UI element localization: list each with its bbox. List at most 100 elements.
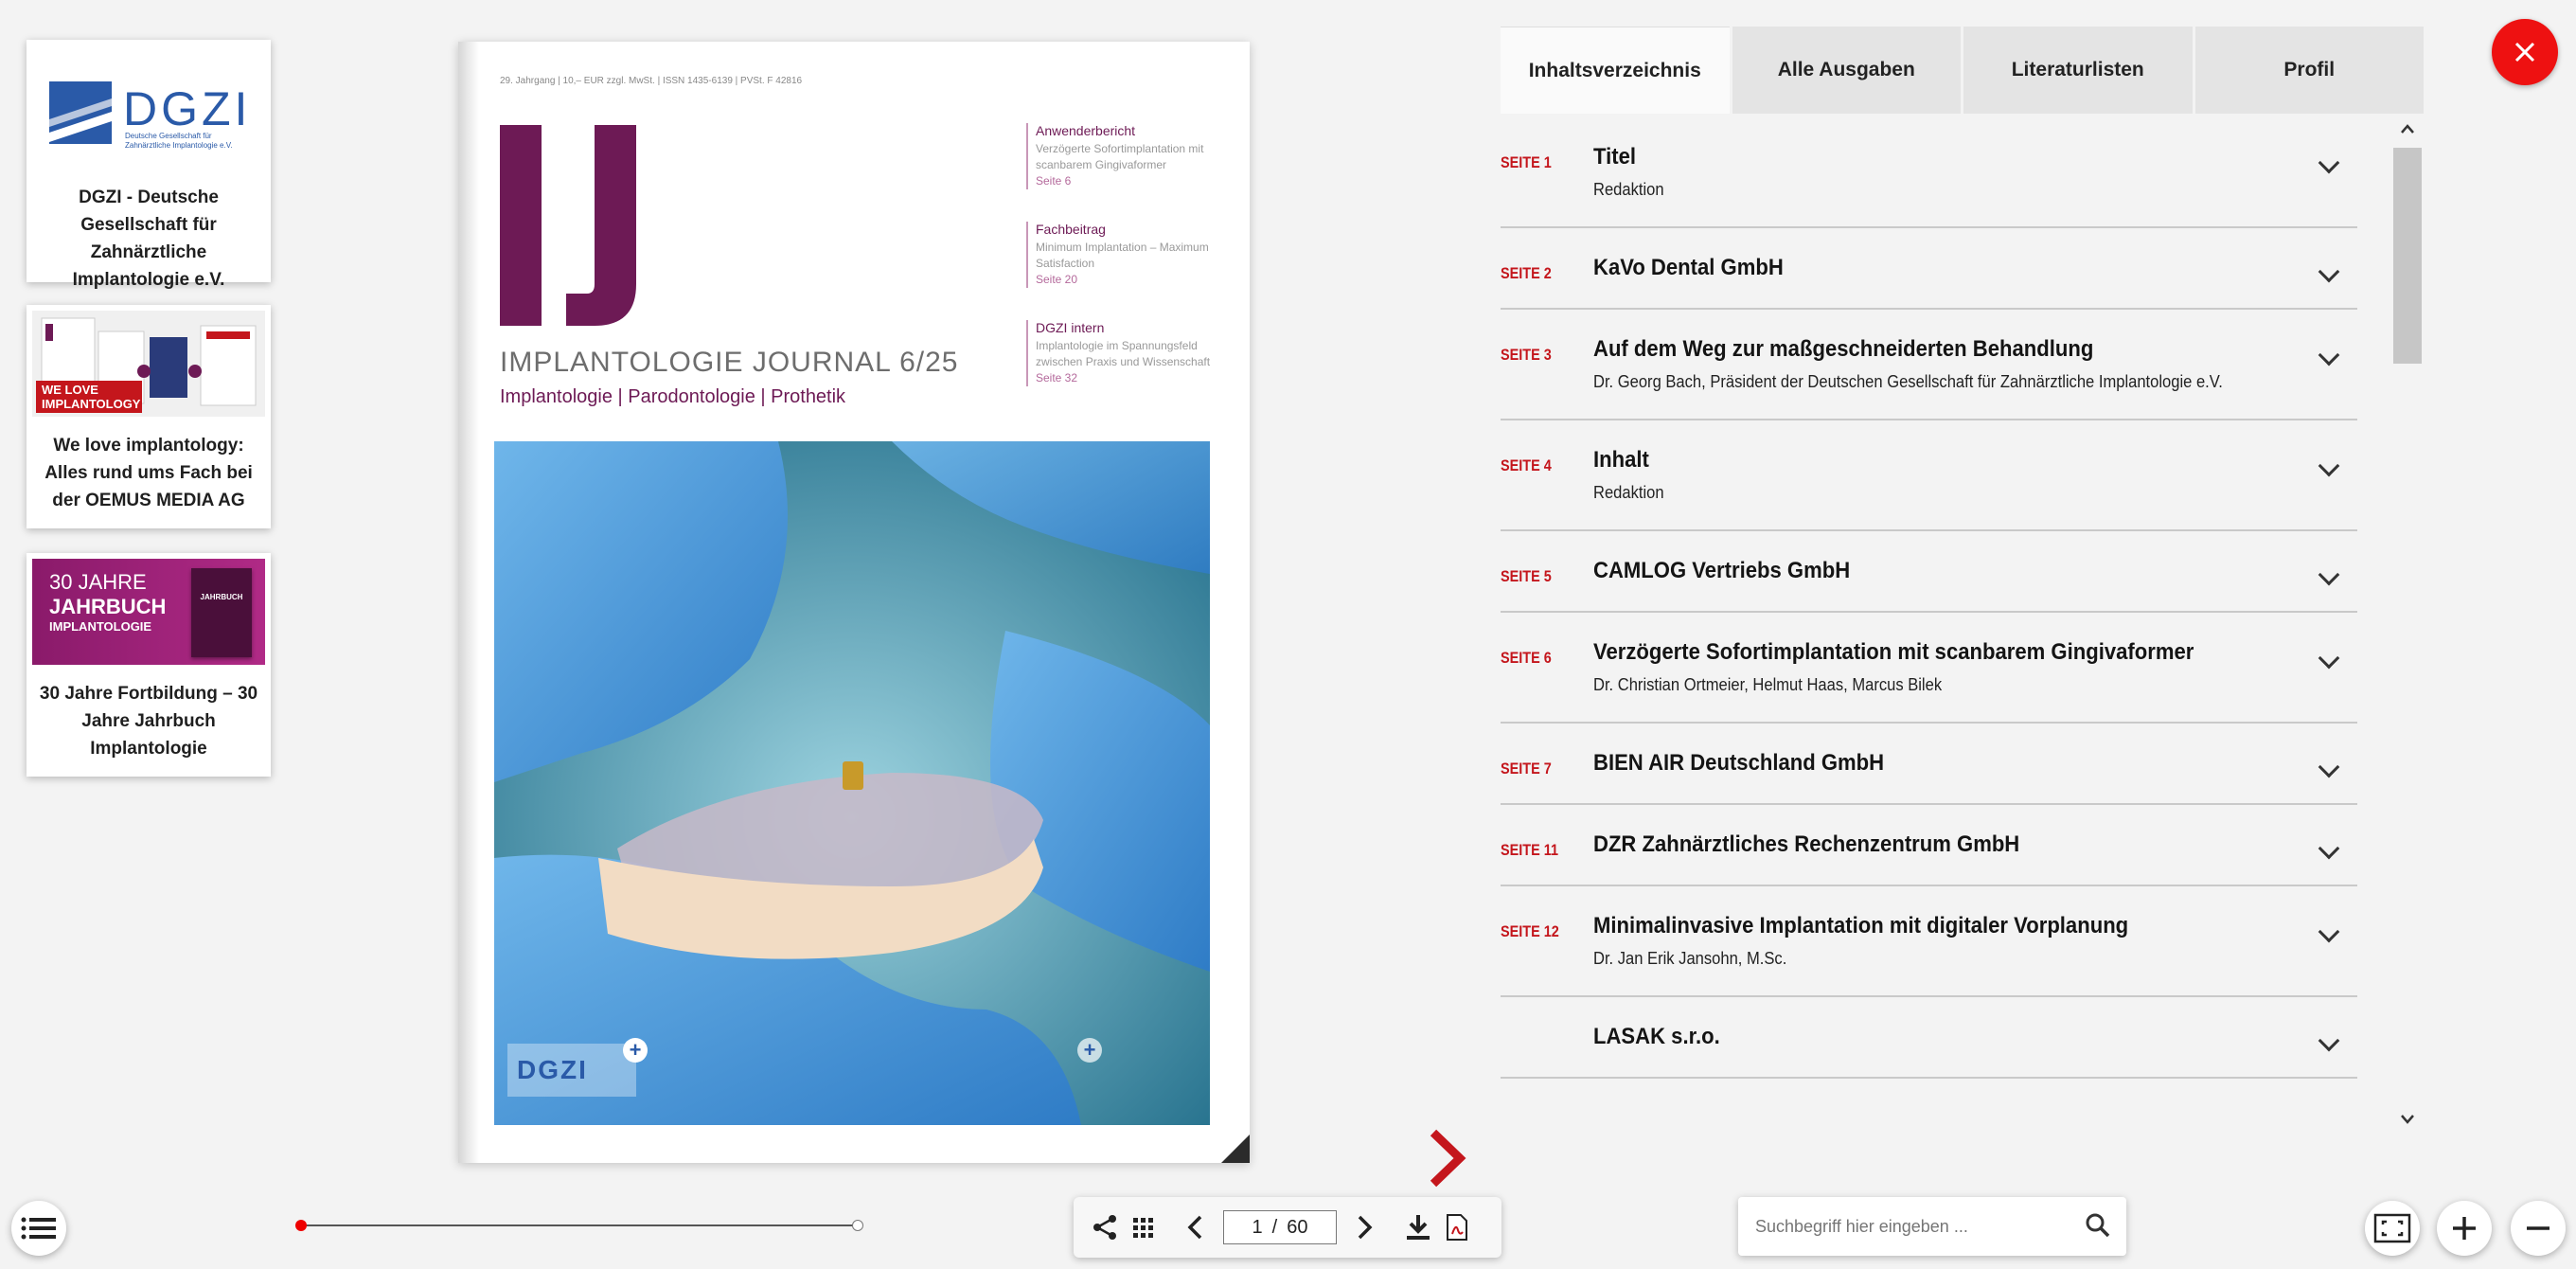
- toc-page: SEITE 6: [1501, 649, 1552, 667]
- chevron-down-icon[interactable]: [2318, 837, 2340, 860]
- plus-icon: [2453, 1217, 2476, 1240]
- pdf-icon[interactable]: [1445, 1213, 1469, 1242]
- card-we-love-implantology[interactable]: WE LOVE IMPLANTOLOGY We love implantolog…: [27, 305, 271, 528]
- dgzi-logo-text: DGZI: [123, 82, 251, 135]
- toc-title: Minimalinvasive Implantation mit digital…: [1593, 913, 2129, 938]
- teaser-page: Seite 20: [1036, 273, 1078, 286]
- share-icon[interactable]: [1091, 1213, 1119, 1242]
- teaser-head: Fachbeitrag: [1036, 222, 1106, 237]
- journal-subtitle: Implantologie | Parodontologie | Prothet…: [500, 386, 846, 407]
- toc-title: BIEN AIR Deutschland GmbH: [1593, 750, 1885, 776]
- panel-tabs: Inhaltsverzeichnis Alle Ausgaben Literat…: [1501, 27, 2424, 114]
- card-caption: DGZI - Deutsche Gesellschaft für Zahnärz…: [72, 188, 225, 290]
- chevron-down-icon[interactable]: [2318, 260, 2340, 283]
- svg-text:Zahnärztliche Implantologie e.: Zahnärztliche Implantologie e.V.: [125, 141, 233, 150]
- magazine-page[interactable]: 29. Jahrgang | 10,– EUR zzgl. MwSt. | IS…: [458, 42, 1250, 1163]
- search-box[interactable]: [1738, 1197, 2126, 1256]
- current-page: 1: [1252, 1216, 1263, 1238]
- chevron-down-icon[interactable]: [2318, 1029, 2340, 1052]
- cover-plus-icon[interactable]: +: [623, 1038, 648, 1063]
- tab-alle-ausgaben[interactable]: Alle Ausgaben: [1729, 27, 1961, 114]
- prev-page-icon[interactable]: [1181, 1213, 1210, 1242]
- teaser-desc: Implantologie im Spannungsfeld zwischen …: [1036, 339, 1211, 368]
- toc-title: Auf dem Weg zur maßgeschneiderten Behand…: [1593, 336, 2094, 362]
- page-indicator[interactable]: 1 / 60: [1223, 1210, 1337, 1244]
- toc-title: Titel: [1593, 144, 1636, 170]
- scrollbar-thumb[interactable]: [2393, 148, 2422, 364]
- toc-author: Dr. Jan Erik Jansohn, M.Sc.: [1593, 949, 1787, 968]
- zoom-out-button[interactable]: [2511, 1201, 2566, 1256]
- toc-row[interactable]: SEITE 7 BIEN AIR Deutschland GmbH: [1501, 724, 2357, 805]
- page-corner-fold[interactable]: [1221, 1135, 1250, 1163]
- progress-slider[interactable]: [295, 1216, 863, 1235]
- card-caption: We love implantology: Alles rund ums Fac…: [44, 436, 253, 510]
- cover-plus-icon-right[interactable]: +: [1077, 1038, 1102, 1063]
- chevron-down-icon[interactable]: [2318, 455, 2340, 477]
- teaser-desc: Minimum Implantation – Maximum Satisfact…: [1036, 241, 1209, 270]
- tab-inhaltsverzeichnis[interactable]: Inhaltsverzeichnis: [1501, 27, 1730, 114]
- journal-logo-j: [566, 125, 636, 326]
- download-icon[interactable]: [1405, 1213, 1431, 1242]
- next-page-icon[interactable]: [1350, 1213, 1378, 1242]
- menu-button[interactable]: [11, 1201, 66, 1256]
- chevron-down-icon[interactable]: [2318, 563, 2340, 586]
- toc-page: SEITE 12: [1501, 922, 1559, 940]
- list-icon: [21, 1217, 56, 1240]
- progress-end: [852, 1220, 863, 1231]
- scroll-down-icon[interactable]: [2400, 1114, 2415, 1125]
- chevron-down-icon[interactable]: [2318, 152, 2340, 174]
- toc-scrollbar[interactable]: [2393, 117, 2422, 1136]
- card-30-jahre-jahrbuch[interactable]: 30 JAHRE JAHRBUCH IMPLANTOLOGIE JAHRBUCH…: [27, 553, 271, 777]
- grid-icon[interactable]: [1132, 1216, 1155, 1239]
- toc-title: DZR Zahnärztliches Rechenzentrum GmbH: [1593, 831, 2020, 857]
- toc-title: CAMLOG Vertriebs GmbH: [1593, 558, 1851, 583]
- tab-profil[interactable]: Profil: [2192, 27, 2424, 114]
- fullscreen-icon: [2373, 1213, 2411, 1243]
- jahrbuch-banner: 30 JAHRE JAHRBUCH IMPLANTOLOGIE JAHRBUCH: [32, 559, 265, 665]
- close-button[interactable]: [2492, 19, 2558, 85]
- progress-handle[interactable]: [295, 1220, 307, 1231]
- chevron-down-icon[interactable]: [2318, 756, 2340, 778]
- toc-row[interactable]: LASAK s.r.o.: [1501, 997, 2357, 1079]
- toc-row[interactable]: SEITE 2 KaVo Dental GmbH: [1501, 228, 2357, 310]
- toc-row[interactable]: SEITE 4 Inhalt Redaktion: [1501, 420, 2357, 531]
- we-love-thumbnail: WE LOVE IMPLANTOLOGY: [32, 311, 265, 417]
- jahrbuch-mini-cover: JAHRBUCH: [191, 568, 252, 657]
- chevron-down-icon[interactable]: [2318, 344, 2340, 366]
- card-caption: 30 Jahre Fortbildung – 30 Jahre Jahrbuch…: [39, 684, 258, 759]
- next-page-arrow-icon[interactable]: [1428, 1129, 1467, 1188]
- toc-page: SEITE 3: [1501, 346, 1552, 364]
- toc-row[interactable]: SEITE 1 Titel Redaktion: [1501, 117, 2357, 228]
- teaser-page: Seite 32: [1036, 371, 1078, 384]
- page-separator: /: [1271, 1216, 1278, 1238]
- scroll-up-icon[interactable]: [2400, 123, 2415, 134]
- journal-logo-i: [500, 125, 542, 326]
- tab-literaturlisten[interactable]: Literaturlisten: [1961, 27, 2193, 114]
- toc-author: Dr. Christian Ortmeier, Helmut Haas, Mar…: [1593, 675, 1943, 694]
- toc-row[interactable]: SEITE 3 Auf dem Weg zur maßgeschneiderte…: [1501, 310, 2357, 420]
- toc-row[interactable]: SEITE 12 Minimalinvasive Implantation mi…: [1501, 886, 2357, 997]
- zoom-in-button[interactable]: [2437, 1201, 2492, 1256]
- teaser-desc: Verzögerte Sofortimplantation mit scanba…: [1036, 142, 1204, 171]
- cover-dgzi-logo: DGZI: [507, 1044, 636, 1097]
- toc-author: Redaktion: [1593, 483, 1664, 502]
- banner-line-3: IMPLANTOLOGIE: [49, 619, 152, 634]
- page-toolbar: 1 / 60: [1074, 1197, 1501, 1258]
- journal-title: IMPLANTOLOGIE JOURNAL 6/25: [500, 347, 959, 378]
- toc-title: Inhalt: [1593, 447, 1649, 473]
- chevron-down-icon[interactable]: [2318, 647, 2340, 670]
- toc-page: SEITE 2: [1501, 264, 1552, 282]
- svg-text:Deutsche Gesellschaft für: Deutsche Gesellschaft für: [125, 132, 212, 140]
- card-dgzi[interactable]: DGZI Deutsche Gesellschaft für Zahnärztl…: [27, 40, 271, 290]
- minus-icon: [2527, 1226, 2549, 1230]
- teaser-head: DGZI intern: [1036, 320, 1105, 335]
- fullscreen-button[interactable]: [2365, 1201, 2420, 1256]
- teaser-fachbeitrag: Fachbeitrag Minimum Implantation – Maxim…: [1026, 222, 1225, 288]
- teaser-page: Seite 6: [1036, 174, 1072, 188]
- chevron-down-icon[interactable]: [2318, 920, 2340, 943]
- toc-row[interactable]: SEITE 6 Verzögerte Sofortimplantation mi…: [1501, 613, 2357, 724]
- toc-row[interactable]: SEITE 5 CAMLOG Vertriebs GmbH: [1501, 531, 2357, 613]
- search-input[interactable]: [1755, 1210, 2058, 1242]
- toc-row[interactable]: SEITE 11 DZR Zahnärztliches Rechenzentru…: [1501, 805, 2357, 886]
- search-icon[interactable]: [2085, 1212, 2111, 1239]
